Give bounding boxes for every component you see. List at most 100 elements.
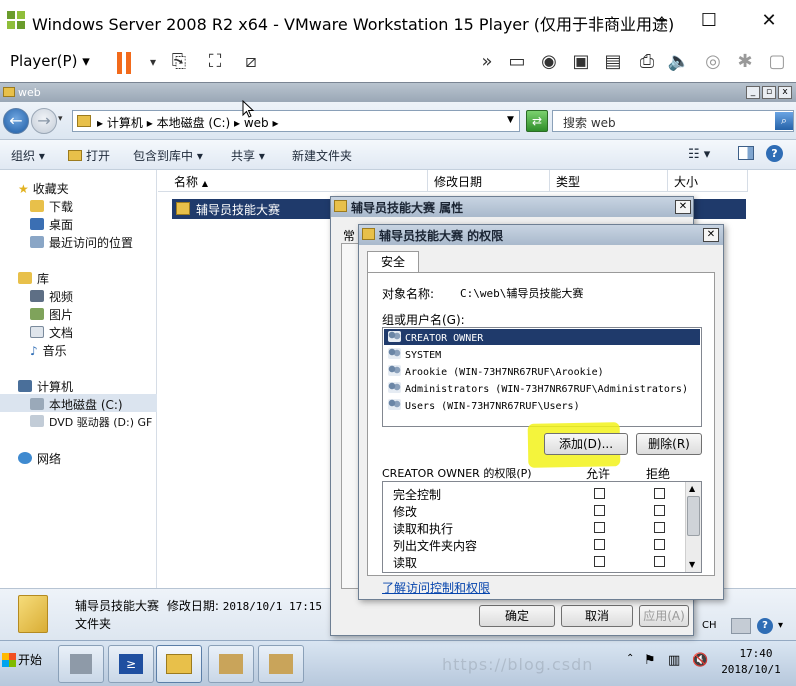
cancel-button[interactable]: 取消 [561,605,633,627]
fullscreen-icon[interactable]: ⛶ [202,50,228,74]
include-in-library-button[interactable]: 包含到库中 ▾ [133,147,203,164]
nav-item-videos[interactable]: 视频 [30,288,73,305]
breadcrumb-computer[interactable]: 计算机 [107,116,143,130]
breadcrumb-local-disk[interactable]: 本地磁盘 (C:) [157,116,231,130]
tab-security[interactable]: 安全 [367,251,419,273]
refresh-icon[interactable]: ⇄ [526,110,548,132]
properties-tab-general[interactable]: 常 [343,227,355,244]
nav-item-downloads[interactable]: 下载 [30,198,73,215]
view-options-icon[interactable]: ☷ ▾ [688,147,710,162]
sound-icon[interactable]: 🔈 [666,50,692,74]
search-icon[interactable]: ⌕ [775,112,793,130]
help-icon[interactable]: ? [757,618,773,634]
printer-icon[interactable]: ⎙ [634,50,660,74]
nav-computer[interactable]: 计算机 [18,378,73,395]
nav-favorites[interactable]: ★ 收藏夹 [18,180,69,197]
unity-icon[interactable]: ⧄ [238,50,264,74]
list-item[interactable]: SYSTEM [384,346,441,361]
organize-button[interactable]: 组织 ▾ [11,147,45,164]
pause-icon[interactable] [116,52,134,74]
chevron-down-icon[interactable]: ▾ [58,114,63,124]
column-header-name[interactable]: 名称 ▲ [158,170,428,192]
column-header-modified[interactable]: 修改日期 [428,170,550,192]
column-header-type[interactable]: 类型 [550,170,668,192]
start-button[interactable]: 开始 [2,651,42,668]
tray-expand-icon[interactable]: ⌃ [626,653,634,664]
chevron-down-icon[interactable]: ▾ [778,620,783,631]
nav-item-recent[interactable]: 最近访问的位置 [30,234,133,251]
guest-close-button[interactable]: x [778,86,792,99]
user-list[interactable]: CREATOR OWNER SYSTEM Arookie (WIN-73H7NR… [382,327,702,427]
deny-read-checkbox[interactable] [654,556,665,567]
nav-item-local-disk[interactable]: 本地磁盘 (C:) [30,396,123,413]
forward-icon[interactable]: » [474,50,500,74]
scrollbar-thumb[interactable] [687,496,700,536]
deny-full-control-checkbox[interactable] [654,488,665,499]
player-menu[interactable]: Player(P) ▾ [10,52,90,70]
deny-read-execute-checkbox[interactable] [654,522,665,533]
allow-read-checkbox[interactable] [594,556,605,567]
properties-close-button[interactable]: ✕ [675,200,691,214]
column-header-size[interactable]: 大小 [668,170,748,192]
network-tray-icon[interactable]: ▥ [668,653,680,668]
nav-item-dvd[interactable]: DVD 驱动器 (D:) GF [30,414,152,430]
allow-list-folder-checkbox[interactable] [594,539,605,550]
share-button[interactable]: 共享 ▾ [231,147,265,164]
nav-item-pictures[interactable]: 图片 [30,306,73,323]
remove-button[interactable]: 删除(R) [636,433,702,455]
scroll-up-icon[interactable]: ▲ [689,484,695,493]
preview-pane-icon[interactable] [738,146,754,160]
keyboard-icon[interactable] [731,618,751,634]
list-item[interactable]: Arookie (WIN-73H7NR67RUF\Arookie) [384,363,604,378]
deny-list-folder-checkbox[interactable] [654,539,665,550]
floppy-icon[interactable]: ▣ [568,50,594,74]
close-button[interactable]: ✕ [746,6,792,36]
taskbar-server-manager[interactable] [58,645,104,683]
help-icon[interactable]: ? [766,145,783,162]
nav-item-desktop[interactable]: 桌面 [30,216,73,233]
open-button[interactable]: 打开 [68,147,110,164]
deny-modify-checkbox[interactable] [654,505,665,516]
allow-full-control-checkbox[interactable] [594,488,605,499]
nav-item-documents[interactable]: 文档 [30,324,73,341]
permission-list-scrollbar[interactable]: ▲ ▼ [685,482,701,572]
clock-date[interactable]: 2018/10/1 [716,663,786,676]
search-input[interactable]: 搜索 web ⌕ [552,110,794,132]
permissions-close-button[interactable]: ✕ [703,228,719,242]
cd-icon[interactable]: ◉ [536,50,562,74]
nav-network[interactable]: 网络 [18,450,61,467]
back-button[interactable]: ← [3,108,29,134]
hard-disk-icon[interactable]: ▭ [504,50,530,74]
add-button[interactable]: 添加(D)... [544,433,628,455]
list-item[interactable]: Administrators (WIN-73H7NR67RUF\Administ… [384,380,688,395]
language-indicator[interactable]: CH [702,620,717,631]
usb-icon[interactable]: ▢ [764,50,790,74]
taskbar-explorer[interactable] [156,645,202,683]
guest-restore-button[interactable]: ▫ [762,86,776,99]
taskbar-app-2[interactable] [258,645,304,683]
scroll-down-icon[interactable]: ▼ [689,560,695,569]
access-control-help-link[interactable]: 了解访问控制和权限 [382,579,490,596]
forward-button[interactable]: → [31,108,57,134]
allow-modify-checkbox[interactable] [594,505,605,516]
apply-button[interactable]: 应用(A) [639,605,689,627]
ok-button[interactable]: 确定 [479,605,555,627]
maximize-button[interactable]: ☐ [686,6,732,36]
list-item[interactable]: Users (WIN-73H7NR67RUF\Users) [384,397,580,412]
flag-icon[interactable]: ⚑ [644,653,656,668]
chevron-down-icon[interactable]: ▾ [140,50,166,74]
new-folder-button[interactable]: 新建文件夹 [292,147,352,164]
taskbar-app-1[interactable] [208,645,254,683]
allow-read-execute-checkbox[interactable] [594,522,605,533]
bluetooth-icon[interactable]: ✱ [732,50,758,74]
guest-minimize-button[interactable]: _ [746,86,760,99]
taskbar-powershell[interactable]: ≥ [108,645,154,683]
volume-muted-icon[interactable]: 🔇 [692,653,708,668]
chevron-down-icon[interactable]: ▼ [507,115,514,125]
nav-item-music[interactable]: ♪ 音乐 [30,342,67,359]
camera-icon[interactable]: ◎ [700,50,726,74]
clock-time[interactable]: 17:40 [726,647,786,660]
nav-library[interactable]: 库 [18,270,49,287]
minimize-button[interactable]: ─ [638,6,684,36]
network-icon[interactable]: ▤ [600,50,626,74]
